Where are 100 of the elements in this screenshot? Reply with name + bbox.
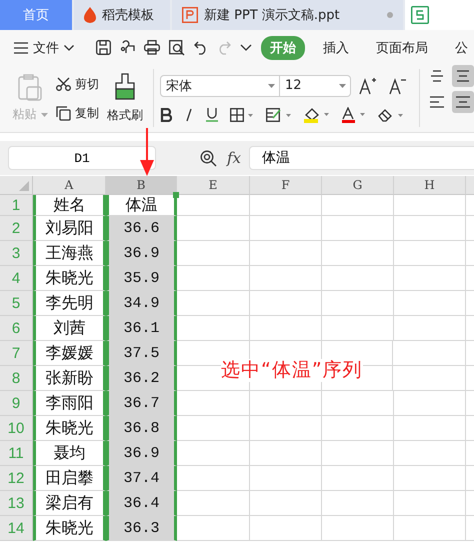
italic-icon[interactable]	[184, 108, 194, 122]
grid-cell	[394, 516, 466, 541]
grid-cell	[250, 416, 322, 441]
grid-cell	[322, 291, 394, 316]
grid-cell	[250, 266, 322, 291]
align-icon	[430, 70, 444, 82]
grid-cell	[322, 416, 394, 441]
align-icon	[430, 96, 444, 108]
align-icon	[456, 96, 470, 108]
table-cell: 36.1	[106, 316, 177, 341]
save-icon[interactable]	[96, 40, 111, 55]
column-header[interactable]: G	[322, 176, 394, 195]
font-select[interactable]: 宋体	[160, 74, 280, 96]
grid-cell	[250, 291, 322, 316]
grid-cell	[394, 441, 466, 466]
table-cell: 37.4	[106, 466, 177, 491]
table-cell: 36.7	[106, 391, 177, 416]
align-button[interactable]	[452, 65, 474, 87]
grid-cell	[394, 391, 466, 416]
spreadsheet-tab[interactable]	[405, 0, 474, 30]
print-preview-icon[interactable]	[169, 40, 185, 56]
grid-cell	[394, 416, 466, 441]
table-cell: 36.4	[106, 491, 177, 516]
align-button[interactable]	[452, 91, 474, 113]
grid-cell	[322, 391, 394, 416]
underline-icon[interactable]	[206, 107, 218, 122]
font-color-icon[interactable]	[342, 106, 366, 122]
grid-cell	[394, 241, 466, 266]
grid-cell	[250, 391, 322, 416]
table-cell: 36.9	[106, 241, 177, 266]
font-size-select[interactable]: 12	[280, 74, 351, 96]
format-painter-button[interactable]: 格式刷	[107, 65, 143, 132]
borders-icon[interactable]	[230, 108, 254, 122]
eraser-icon[interactable]	[378, 108, 404, 122]
table-cell: 36.2	[106, 366, 177, 391]
document-tab[interactable]: 新建 PPT 演示文稿.ppt	[172, 0, 403, 30]
grid-cell	[394, 341, 466, 366]
conditional-format-icon[interactable]	[266, 108, 292, 122]
grid-cell	[250, 216, 322, 241]
caret-icon	[339, 84, 346, 88]
column-header[interactable]: B	[106, 176, 177, 195]
copy-button[interactable]: 复制	[56, 104, 99, 122]
unsaved-dot	[387, 12, 393, 18]
grid-cell	[394, 195, 466, 216]
table-cell: 37.5	[106, 341, 177, 366]
table-cell: 36.3	[106, 516, 177, 541]
grid-cell	[250, 195, 322, 216]
grid-cell	[322, 466, 394, 491]
align-icon	[456, 70, 470, 82]
grid-cell	[394, 216, 466, 241]
undo-icon[interactable]	[194, 40, 208, 54]
scissors-icon	[56, 77, 71, 91]
grid-cell	[250, 466, 322, 491]
grid-cell	[250, 241, 322, 266]
print-icon[interactable]	[144, 40, 160, 55]
grid-cell	[394, 316, 466, 341]
decrease-font-icon[interactable]	[389, 76, 407, 94]
function-label[interactable]: fx	[227, 149, 242, 167]
formula-input[interactable]: 体温	[249, 146, 474, 170]
column-header[interactable]: E	[177, 176, 250, 195]
table-cell: 姓名	[33, 195, 106, 216]
ribbon-tab[interactable]: 页面布局	[367, 36, 437, 60]
ribbon-tab[interactable]: 公	[446, 36, 474, 60]
grid-cell	[250, 491, 322, 516]
column-header[interactable]: H	[394, 176, 466, 195]
grid-cell	[322, 441, 394, 466]
name-box[interactable]: D1	[8, 146, 156, 170]
grid-cell	[394, 366, 466, 391]
template-tab[interactable]: 稻壳模板	[74, 0, 170, 30]
table-cell: 36.8	[106, 416, 177, 441]
grid-cell	[322, 195, 394, 216]
dropdown-icon[interactable]	[240, 44, 252, 52]
grid-cell	[394, 266, 466, 291]
bold-icon[interactable]	[160, 108, 172, 122]
grid-cell	[322, 516, 394, 541]
grid-cell	[250, 516, 322, 541]
grid-cell	[322, 266, 394, 291]
grid-cell	[322, 241, 394, 266]
fill-color-icon[interactable]	[304, 106, 330, 122]
grid-cell	[394, 466, 466, 491]
grid-cell	[394, 291, 466, 316]
fill-handle[interactable]	[173, 192, 179, 198]
table-cell: 34.9	[106, 291, 177, 316]
column-header[interactable]: A	[33, 176, 106, 195]
caret-icon	[40, 112, 48, 116]
grid-cell	[322, 491, 394, 516]
paint-brush-icon	[114, 73, 136, 101]
pointer-arrow	[139, 128, 155, 176]
presentation-icon	[182, 7, 198, 23]
chevron-icon	[64, 44, 74, 50]
flame-icon	[84, 7, 96, 23]
cut-button[interactable]: 剪切	[56, 76, 99, 92]
menu-icon	[14, 42, 28, 54]
column-header[interactable]: F	[250, 176, 322, 195]
table-cell: 36.6	[106, 216, 177, 241]
zoom-icon[interactable]	[200, 150, 217, 166]
increase-font-icon[interactable]	[359, 76, 377, 94]
ribbon-tab[interactable]: 插入	[314, 36, 358, 60]
file-menu[interactable]: 文件	[14, 38, 74, 56]
caret-icon	[268, 84, 275, 88]
